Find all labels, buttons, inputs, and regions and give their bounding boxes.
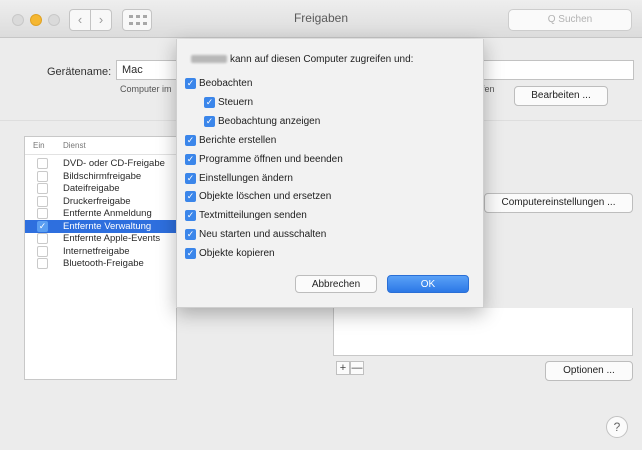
services-list-header: Ein Dienst: [25, 137, 176, 155]
blurred-username: [191, 55, 227, 64]
permission-option-label: Objekte löschen und ersetzen: [199, 191, 332, 203]
permission-option-label: Beobachten: [199, 78, 253, 89]
sheet-title: kann auf diesen Computer zugreifen und:: [191, 54, 413, 65]
column-header-service: Dienst: [63, 141, 86, 150]
device-address-text: Computer im: [120, 84, 172, 94]
remove-user-button[interactable]: —: [350, 361, 364, 375]
search-field[interactable]: Q Suchen: [508, 9, 632, 31]
column-header-on: Ein: [33, 141, 45, 150]
service-checkbox[interactable]: [37, 183, 48, 194]
service-checkbox[interactable]: [37, 233, 48, 244]
permission-option-label: Einstellungen ändern: [199, 172, 293, 184]
title-bar: ‹ › Freigaben Q Suchen: [0, 0, 642, 38]
service-checkbox[interactable]: [37, 158, 48, 169]
checkbox-checked-icon[interactable]: ✓: [185, 134, 196, 146]
edit-button[interactable]: Bearbeiten ...: [514, 86, 608, 106]
options-button[interactable]: Optionen ...: [545, 361, 633, 381]
service-label: DVD- oder CD-Freigabe: [63, 158, 165, 169]
service-checkbox[interactable]: [37, 258, 48, 269]
checkbox-checked-icon[interactable]: ✓: [185, 248, 196, 260]
system-preferences-window: ‹ › Freigaben Q Suchen Gerätename: Mac C…: [0, 0, 642, 450]
service-checkbox[interactable]: [37, 195, 48, 207]
service-row[interactable]: ✓ Entfernte Verwaltung: [25, 219, 176, 233]
permission-option-label: Programme öffnen und beenden: [199, 153, 343, 165]
service-checkbox[interactable]: [37, 170, 48, 182]
service-label: Bluetooth-Freigabe: [63, 258, 144, 269]
service-row[interactable]: Entfernte Anmeldung: [25, 207, 176, 220]
permission-option-label: Steuern: [218, 96, 254, 108]
permission-option-label: Textmitteilungen senden: [199, 210, 307, 222]
access-permissions-sheet: kann auf diesen Computer zugreifen und: …: [176, 39, 484, 308]
service-checkbox[interactable]: [37, 245, 48, 257]
sheet-title-text: kann auf diesen Computer zugreifen und:: [230, 54, 414, 65]
service-label: Entfernte Verwaltung: [63, 220, 152, 232]
checkbox-checked-icon[interactable]: ✓: [185, 191, 196, 203]
computer-settings-button[interactable]: Computereinstellungen ...: [484, 193, 633, 213]
permission-option-label: Berichte erstellen: [199, 134, 277, 146]
service-label: Entfernte Anmeldung: [63, 208, 152, 219]
service-row[interactable]: Internetfreigabe: [25, 245, 176, 258]
checkbox-checked-icon[interactable]: ✓: [204, 115, 215, 127]
checkbox-checked-icon[interactable]: ✓: [185, 78, 196, 89]
checkbox-checked-icon[interactable]: ✓: [204, 96, 215, 108]
checkbox-checked-icon[interactable]: ✓: [185, 229, 196, 241]
service-row[interactable]: Entfernte Apple-Events: [25, 232, 176, 245]
add-user-button[interactable]: +: [336, 361, 350, 375]
services-list[interactable]: Ein Dienst DVD- oder CD-Freigabe Bildschi…: [24, 136, 177, 380]
service-label: Bildschirmfreigabe: [63, 170, 142, 182]
service-label: Druckerfreigabe: [63, 195, 131, 207]
permission-option-label: Objekte kopieren: [199, 248, 275, 260]
help-button[interactable]: ?: [606, 416, 628, 438]
service-row[interactable]: Bluetooth-Freigabe: [25, 257, 176, 270]
service-row[interactable]: Druckerfreigabe: [25, 195, 176, 208]
service-label: Internetfreigabe: [63, 245, 130, 257]
cancel-button[interactable]: Abbrechen: [295, 275, 377, 293]
service-row[interactable]: DVD- oder CD-Freigabe: [25, 157, 176, 170]
device-name-input-extension: [480, 60, 634, 80]
service-checkbox[interactable]: [37, 208, 48, 219]
permission-option-label: Beobachtung anzeigen: [218, 115, 321, 127]
service-checkbox[interactable]: ✓: [37, 220, 48, 232]
service-row[interactable]: Bildschirmfreigabe: [25, 170, 176, 183]
permission-option-label: Neu starten und ausschalten: [199, 229, 327, 241]
user-list[interactable]: [333, 308, 633, 356]
ok-button[interactable]: OK: [387, 275, 469, 293]
service-label: Dateifreigabe: [63, 183, 120, 194]
checkbox-checked-icon[interactable]: ✓: [185, 210, 196, 222]
service-row[interactable]: Dateifreigabe: [25, 182, 176, 195]
checkbox-checked-icon[interactable]: ✓: [185, 153, 196, 165]
device-name-label: Gerätename:: [47, 66, 112, 78]
service-label: Entfernte Apple-Events: [63, 233, 161, 244]
checkbox-checked-icon[interactable]: ✓: [185, 172, 196, 184]
